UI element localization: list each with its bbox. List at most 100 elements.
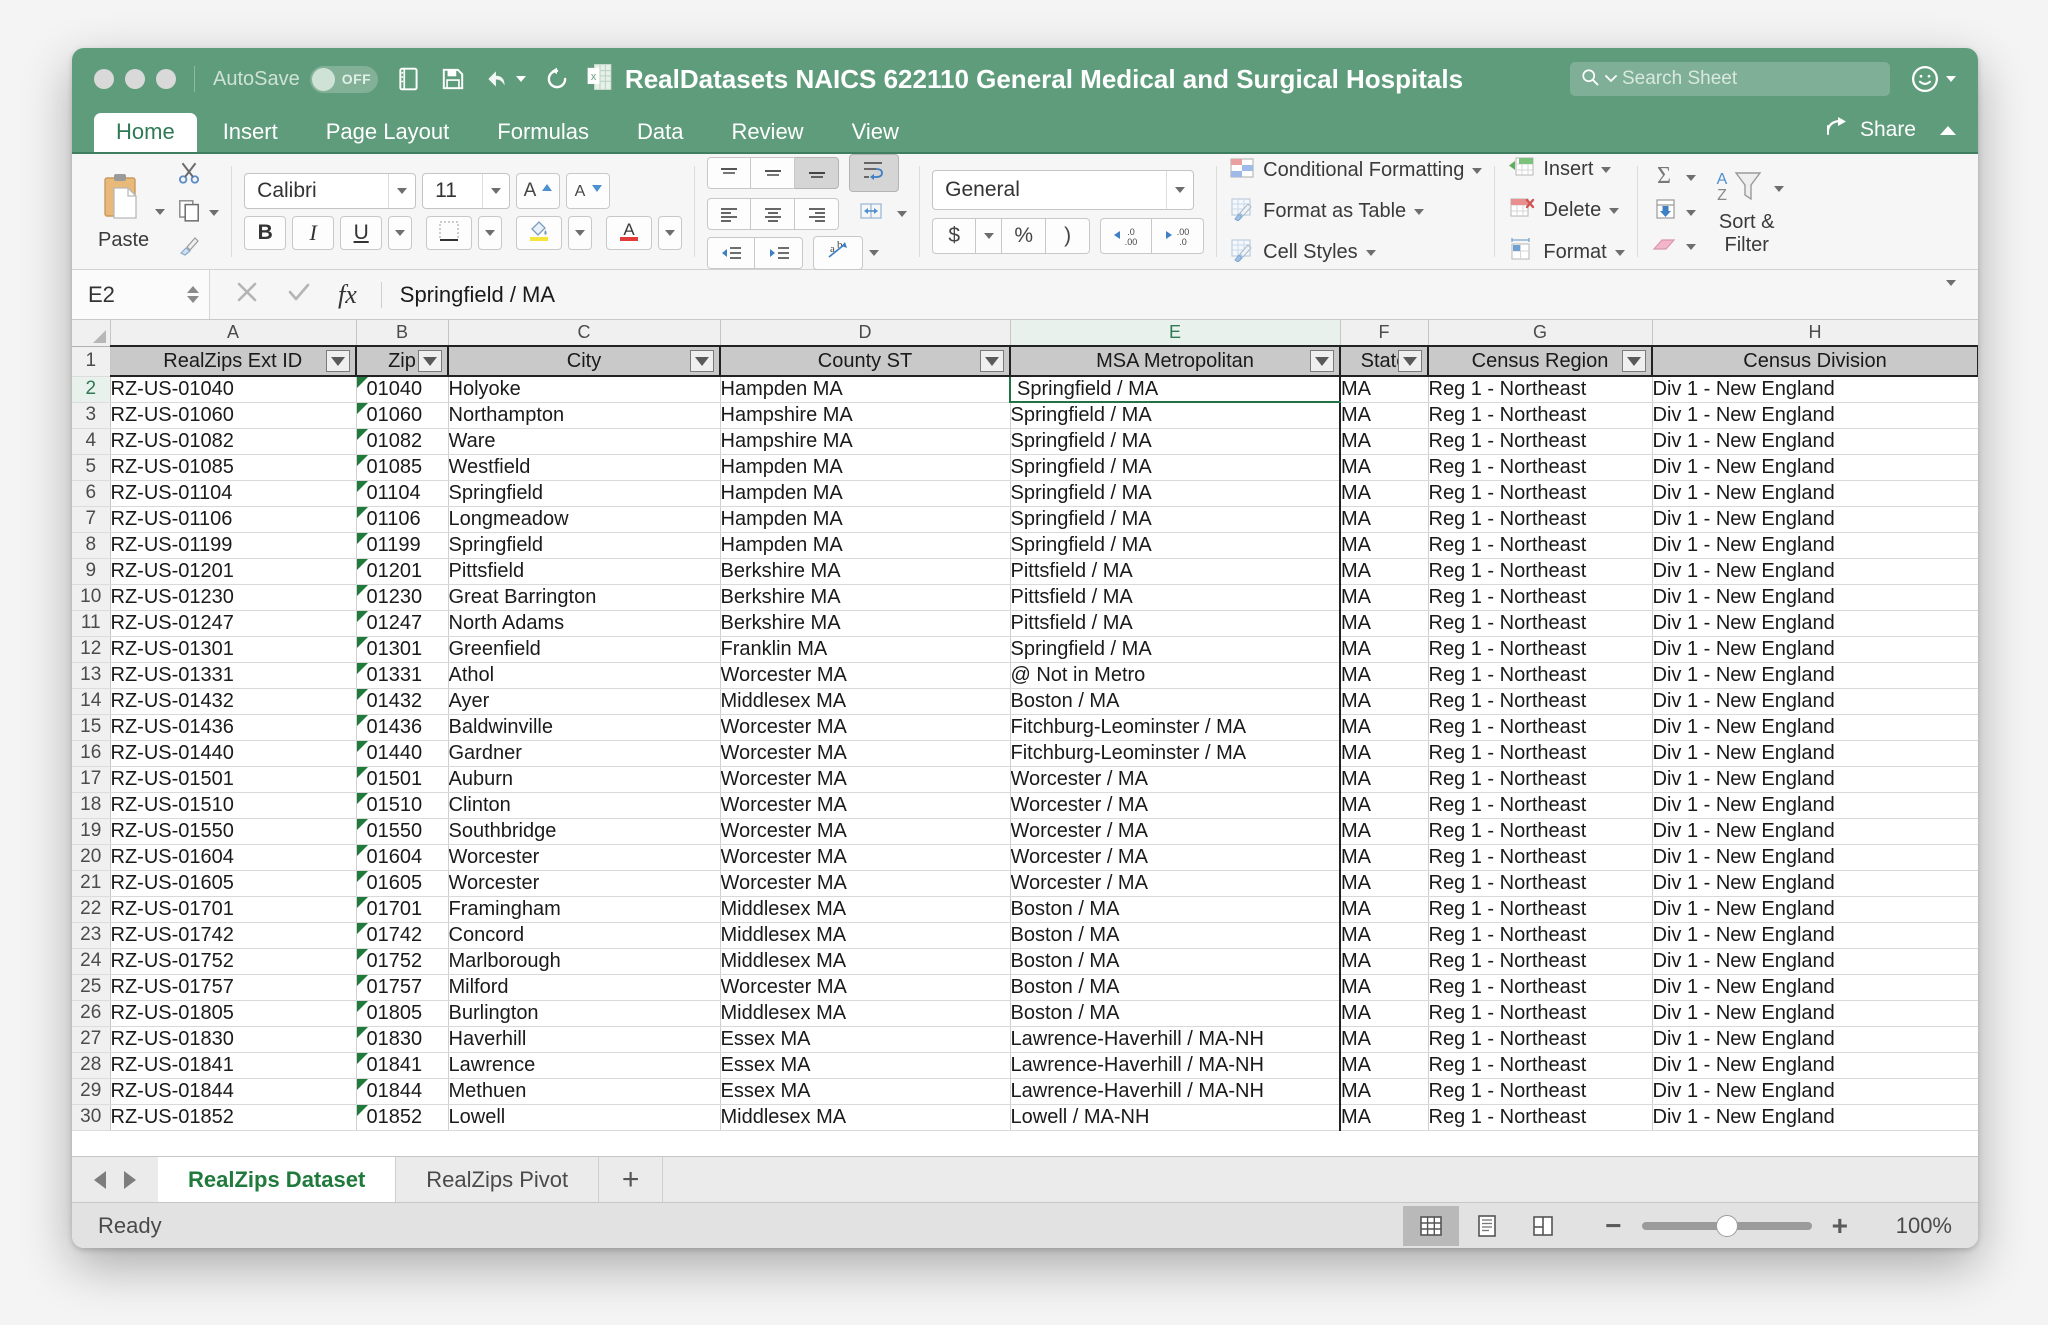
chevron-down-icon[interactable] [1609,207,1620,214]
cell-C20[interactable]: Worcester [448,844,721,871]
cell-D26[interactable]: Middlesex MA [720,1000,1011,1027]
cell-D9[interactable]: Berkshire MA [720,558,1011,585]
fill-color-dropdown-button[interactable] [568,216,593,250]
chevron-down-icon[interactable] [1414,208,1425,215]
chevron-down-icon[interactable] [397,188,408,194]
row-header-15[interactable]: 15 [72,714,111,741]
cell-C3[interactable]: Northampton [448,402,721,429]
cell-E29[interactable]: Lawrence-Haverhill / MA-NH [1010,1078,1341,1105]
autosave-toggle[interactable]: OFF [309,65,378,93]
cell-B23[interactable]: 01742 [356,922,449,949]
align-middle-button[interactable] [751,156,796,189]
cell-G6[interactable]: Reg 1 - Northeast [1428,480,1653,507]
spinner-up-icon[interactable] [187,286,199,293]
tab-home[interactable]: Home [94,113,197,152]
cell-C11[interactable]: North Adams [448,610,721,637]
cell-B15[interactable]: 01436 [356,714,449,741]
cell-B24[interactable]: 01752 [356,948,449,975]
decrease-decimal-button[interactable]: .00.0 [1152,217,1205,254]
align-left-button[interactable] [707,197,752,230]
cell-G18[interactable]: Reg 1 - Northeast [1428,792,1653,819]
new-from-template-button[interactable] [396,66,422,92]
cell-A16[interactable]: RZ-US-01440 [110,740,357,767]
cell-A24[interactable]: RZ-US-01752 [110,948,357,975]
cell-H16[interactable]: Div 1 - New England [1652,740,1978,767]
chevron-down-icon[interactable] [1365,249,1376,256]
cell-F7[interactable]: MA [1340,506,1429,533]
copy-dropdown-caret[interactable] [209,209,220,216]
cut-button[interactable] [175,160,219,191]
cell-F25[interactable]: MA [1340,974,1429,1001]
cell-A22[interactable]: RZ-US-01701 [110,896,357,923]
cell-C29[interactable]: Methuen [448,1078,721,1105]
row-header-14[interactable]: 14 [72,688,111,715]
tab-formulas[interactable]: Formulas [475,113,611,152]
cell-E26[interactable]: Boston / MA [1010,1000,1341,1027]
orientation-dropdown-caret[interactable] [869,249,880,256]
cell-A21[interactable]: RZ-US-01605 [110,870,357,897]
select-all-button[interactable] [72,320,111,347]
cell-G3[interactable]: Reg 1 - Northeast [1428,402,1653,429]
cell-F6[interactable]: MA [1340,480,1429,507]
formula-input[interactable]: Springfield / MA [382,282,1946,308]
cell-E17[interactable]: Worcester / MA [1010,766,1341,793]
share-icon[interactable] [1826,116,1850,144]
cell-D10[interactable]: Berkshire MA [720,584,1011,611]
cell-D11[interactable]: Berkshire MA [720,610,1011,637]
column-header-d[interactable]: D [720,320,1011,347]
cell-G12[interactable]: Reg 1 - Northeast [1428,636,1653,663]
cell-G15[interactable]: Reg 1 - Northeast [1428,714,1653,741]
cell-G27[interactable]: Reg 1 - Northeast [1428,1026,1653,1053]
font-size-select[interactable]: 11 [422,173,511,209]
chevron-down-icon[interactable] [1175,186,1186,193]
cell-G23[interactable]: Reg 1 - Northeast [1428,922,1653,949]
cell-C5[interactable]: Westfield [448,454,721,481]
cell-H18[interactable]: Div 1 - New England [1652,792,1978,819]
cell-B13[interactable]: 01331 [356,662,449,689]
cell-D3[interactable]: Hampshire MA [720,402,1011,429]
cell-H13[interactable]: Div 1 - New England [1652,662,1978,689]
cell-D21[interactable]: Worcester MA [720,870,1011,897]
cell-D15[interactable]: Worcester MA [720,714,1011,741]
filter-dropdown-button-b[interactable] [418,350,442,372]
cell-C6[interactable]: Springfield [448,480,721,507]
fill-dropdown-caret[interactable] [1685,209,1696,216]
cell-F4[interactable]: MA [1340,428,1429,455]
cell-G11[interactable]: Reg 1 - Northeast [1428,610,1653,637]
customize-toolbar-button[interactable] [588,67,612,91]
insert-cells-button[interactable]: Insert [1507,155,1624,185]
cell-C30[interactable]: Lowell [448,1104,721,1131]
cell-A20[interactable]: RZ-US-01604 [110,844,357,871]
cell-F16[interactable]: MA [1340,740,1429,767]
cell-A9[interactable]: RZ-US-01201 [110,558,357,585]
cell-H24[interactable]: Div 1 - New England [1652,948,1978,975]
cell-A4[interactable]: RZ-US-01082 [110,428,357,455]
copy-button[interactable] [175,197,220,228]
column-header-b[interactable]: B [356,320,449,347]
cell-E13[interactable]: @ Not in Metro [1010,662,1341,689]
cell-A17[interactable]: RZ-US-01501 [110,766,357,793]
borders-dropdown-button[interactable] [478,216,503,250]
column-header-g[interactable]: G [1428,320,1653,347]
cell-styles-button[interactable]: Cell Styles [1229,238,1482,268]
cell-B27[interactable]: 01830 [356,1026,449,1053]
cell-F29[interactable]: MA [1340,1078,1429,1105]
cell-B14[interactable]: 01432 [356,688,449,715]
cell-F14[interactable]: MA [1340,688,1429,715]
decrease-indent-button[interactable] [707,236,756,269]
cell-B20[interactable]: 01604 [356,844,449,871]
cell-E15[interactable]: Fitchburg-Leominster / MA [1010,714,1341,741]
cell-D17[interactable]: Worcester MA [720,766,1011,793]
zoom-slider[interactable] [1641,1214,1812,1237]
search-input[interactable]: Search Sheet [1622,68,1737,90]
cell-E3[interactable]: Springfield / MA [1010,402,1341,429]
cell-A26[interactable]: RZ-US-01805 [110,1000,357,1027]
increase-font-size-button[interactable]: A [516,173,561,209]
cell-F13[interactable]: MA [1340,662,1429,689]
row-header-13[interactable]: 13 [72,662,111,689]
cell-D24[interactable]: Middlesex MA [720,948,1011,975]
cell-D14[interactable]: Middlesex MA [720,688,1011,715]
cell-A13[interactable]: RZ-US-01331 [110,662,357,689]
clear-button[interactable] [1650,232,1696,261]
cell-H2[interactable]: Div 1 - New England [1652,376,1978,403]
